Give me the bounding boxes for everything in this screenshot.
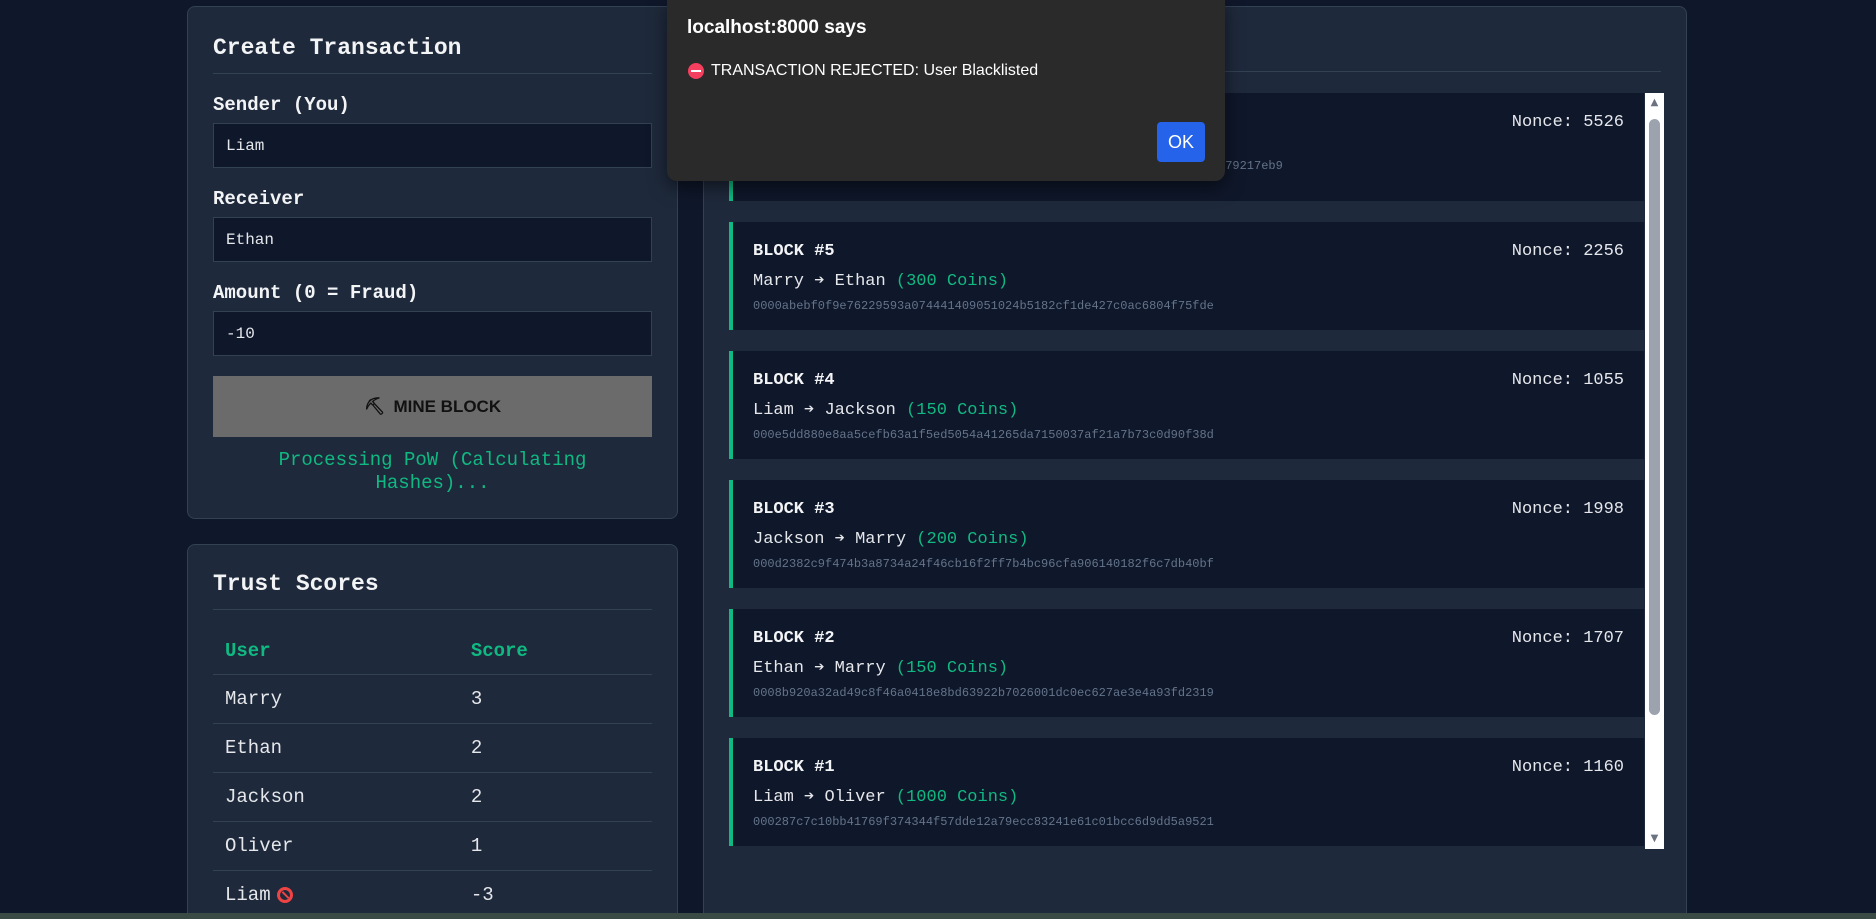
arrow-right-icon: ➔: [814, 272, 825, 291]
tx-to: Marry: [834, 659, 886, 678]
arrow-right-icon: ➔: [804, 401, 815, 420]
mine-block-button[interactable]: ⛏ MINE BLOCK: [213, 376, 652, 437]
sender-label: Sender (You): [213, 94, 350, 116]
tx-to: Marry: [855, 530, 907, 549]
blockchain-list[interactable]: Nonce: 5526 379217eb9 BLOCK #5 Nonce: 22…: [729, 93, 1664, 849]
score-cell: 3: [458, 674, 652, 724]
block-card-4: BLOCK #4 Nonce: 1055 Liam ➔ Jackson (150…: [729, 351, 1644, 459]
tx-amount: (1000 Coins): [895, 788, 1019, 807]
user-cell: Oliver: [213, 821, 459, 871]
tx-from: Liam: [753, 401, 794, 420]
tx-amount: (200 Coins): [916, 530, 1029, 549]
dialog-message: TRANSACTION REJECTED: User Blacklisted: [688, 62, 1038, 80]
amount-input[interactable]: [213, 311, 652, 356]
alert-dialog: localhost:8000 says TRANSACTION REJECTED…: [667, 0, 1225, 181]
block-card-3: BLOCK #3 Nonce: 1998 Jackson ➔ Marry (20…: [729, 480, 1644, 588]
block-hash: 0000abebf0f9e76229593a074441409051024b51…: [753, 299, 1214, 313]
trust-scores-title: Trust Scores: [213, 571, 652, 610]
block-card-5: BLOCK #5 Nonce: 2256 Marry ➔ Ethan (300 …: [729, 222, 1644, 330]
bottom-edge-bar: [0, 913, 1876, 919]
block-title: BLOCK #2: [753, 629, 835, 648]
tx-amount: (300 Coins): [895, 272, 1009, 291]
tx-to: Jackson: [824, 401, 896, 420]
block-transaction: Marry ➔ Ethan (300 Coins): [753, 270, 1624, 291]
table-row: Marry 3: [213, 674, 652, 724]
block-title: BLOCK #4: [753, 371, 835, 390]
score-cell: 2: [458, 723, 652, 773]
score-cell: -3: [458, 870, 652, 919]
create-transaction-title: Create Transaction: [213, 35, 652, 74]
scroll-up-icon[interactable]: ▲: [1645, 95, 1664, 111]
user-column-header: User: [213, 626, 459, 675]
block-title: BLOCK #5: [753, 242, 835, 261]
arrow-right-icon: ➔: [834, 530, 845, 549]
tx-amount: (150 Coins): [895, 659, 1009, 678]
user-cell: Marry: [213, 674, 459, 724]
banned-icon: [276, 886, 293, 903]
block-hash: 000e5dd880e8aa5cefb63a1f5ed5054a41265da7…: [753, 428, 1214, 442]
arrow-right-icon: ➔: [814, 659, 825, 678]
create-transaction-card: Create Transaction Sender (You) Receiver…: [187, 6, 678, 519]
block-hash: 000287c7c10bb41769f374344f57dde12a79ecc8…: [753, 815, 1214, 829]
tx-to: Oliver: [824, 788, 886, 807]
block-title: BLOCK #1: [753, 758, 835, 777]
block-transaction: Liam ➔ Oliver (1000 Coins): [753, 786, 1624, 807]
score-column-header: Score: [458, 626, 652, 675]
tx-from: Marry: [753, 272, 805, 291]
no-entry-icon: [688, 63, 704, 79]
pickaxe-icon: ⛏: [363, 396, 386, 416]
table-row: Liam -3: [213, 870, 652, 919]
receiver-input[interactable]: [213, 217, 652, 262]
scroll-down-icon[interactable]: ▼: [1645, 831, 1664, 847]
block-card-1: BLOCK #1 Nonce: 1160 Liam ➔ Oliver (1000…: [729, 738, 1644, 846]
arrow-right-icon: ➔: [804, 788, 815, 807]
receiver-label: Receiver: [213, 188, 305, 210]
block-hash: 0008b920a32ad49c8f46a0418e8bd63922b70260…: [753, 686, 1214, 700]
block-nonce: Nonce: 1998: [1511, 500, 1624, 519]
pow-status-text: Processing PoW (Calculating Hashes)...: [278, 449, 587, 494]
dialog-title: localhost:8000 says: [687, 17, 867, 38]
block-nonce: Nonce: 5526: [1511, 113, 1624, 132]
table-row: Oliver 1: [213, 821, 652, 871]
block-transaction: Jackson ➔ Marry (200 Coins): [753, 528, 1624, 549]
score-cell: 1: [458, 821, 652, 871]
trust-scores-card: Trust Scores User Score Marry 3 Ethan 2 …: [187, 544, 678, 919]
block-card-2: BLOCK #2 Nonce: 1707 Ethan ➔ Marry (150 …: [729, 609, 1644, 717]
block-nonce: Nonce: 1055: [1511, 371, 1624, 390]
table-row: Ethan 2: [213, 723, 652, 773]
dialog-message-text: TRANSACTION REJECTED: User Blacklisted: [711, 62, 1039, 79]
block-transaction: Ethan ➔ Marry (150 Coins): [753, 657, 1624, 678]
trust-scores-table: User Score Marry 3 Ethan 2 Jackson 2 Oli…: [213, 626, 652, 919]
user-cell-banned: Liam: [213, 870, 459, 919]
user-cell: Ethan: [213, 723, 459, 773]
tx-from: Liam: [753, 788, 794, 807]
block-hash: 000d2382c9f474b3a8734a24f46cb16f2ff7b4bc…: [753, 557, 1214, 571]
block-nonce: Nonce: 2256: [1511, 242, 1624, 261]
tx-to: Ethan: [834, 272, 886, 291]
user-cell: Jackson: [213, 772, 459, 822]
block-nonce: Nonce: 1160: [1511, 758, 1624, 777]
app-page: Create Transaction Sender (You) Receiver…: [0, 0, 1876, 919]
dialog-ok-button[interactable]: OK: [1157, 122, 1205, 162]
tx-from: Jackson: [753, 530, 825, 549]
block-title: BLOCK #3: [753, 500, 835, 519]
score-cell: 2: [458, 772, 652, 822]
tx-amount: (150 Coins): [906, 401, 1019, 420]
user-name: Liam: [225, 884, 271, 906]
block-transaction: Liam ➔ Jackson (150 Coins): [753, 399, 1624, 420]
scroll-thumb[interactable]: [1649, 119, 1660, 715]
mine-block-label: MINE BLOCK: [393, 396, 502, 416]
tx-from: Ethan: [753, 659, 805, 678]
block-nonce: Nonce: 1707: [1511, 629, 1624, 648]
amount-label: Amount (0 = Fraud): [213, 282, 419, 304]
sender-input[interactable]: [213, 123, 652, 168]
trust-header-row: User Score: [213, 626, 652, 675]
table-row: Jackson 2: [213, 772, 652, 822]
blockchain-scrollbar[interactable]: ▲ ▼: [1645, 93, 1664, 849]
